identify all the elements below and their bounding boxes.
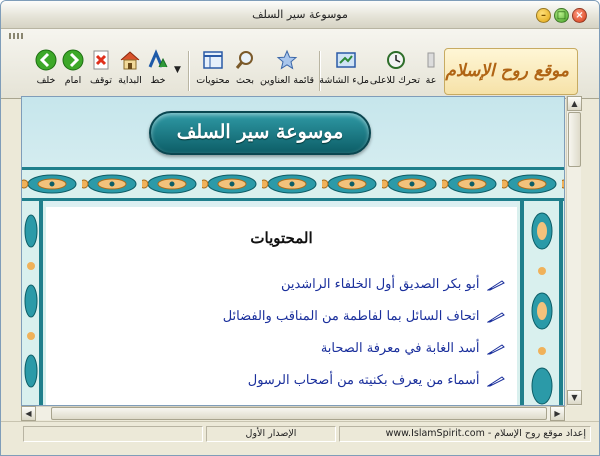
book-link[interactable]: أسماء من يعرف بكنيته من أصحاب الرسول [248,373,480,388]
horizontal-scrollbar[interactable]: ◀ ▶ [21,406,566,421]
ornamental-border-right [517,201,564,405]
pen-bullet-icon [487,279,505,290]
list-item[interactable]: أبو بكر الصديق أول الخلفاء الراشدين [75,277,505,309]
scroll-left-arrow-icon[interactable]: ◀ [21,406,36,421]
toolbar-overflow-button[interactable]: عة [422,49,440,93]
book-link[interactable]: أبو بكر الصديق أول الخلفاء الراشدين [281,277,480,292]
stop-button[interactable]: توقف [89,49,113,93]
site-logo-text: موقع روح الإسلام [445,61,569,81]
vertical-scroll-thumb[interactable] [568,112,581,167]
contents-page: المحتويات أبو بكر الصديق أول الخلفاء الر… [46,207,517,405]
close-button[interactable]: × [572,8,587,23]
book-link[interactable]: أسد الغابة في معرفة الصحابة [321,341,480,356]
toolbar-separator [188,51,189,91]
fullscreen-button[interactable]: ملء الشاشة [319,49,369,93]
site-logo: موقع روح الإسلام [444,48,578,95]
scroll-up-clock-icon [387,51,405,69]
back-label: خلف [36,75,56,86]
titles-list-label: قائمة العناوين [259,75,315,86]
home-label: البداية [118,75,142,86]
font-icon [148,49,168,68]
back-button[interactable]: خلف [35,49,57,93]
vertical-scrollbar[interactable]: ▲ ▼ [566,96,582,406]
minimize-button[interactable]: – [536,8,551,23]
contents-icon [203,51,223,69]
fullscreen-icon [336,52,356,68]
pen-bullet-icon [487,343,505,354]
forward-button[interactable]: امام [61,49,85,93]
favorites-star-icon [276,49,298,70]
cut-off-icon [427,52,435,68]
font-dropdown-arrow-icon[interactable]: ▼ [174,65,181,75]
stop-icon [93,50,109,70]
back-arrow-icon [35,49,57,71]
list-item[interactable]: أسد الغابة في معرفة الصحابة [75,341,505,373]
fullscreen-label: ملء الشاشة [319,75,369,86]
search-icon [235,51,253,69]
contents-heading: المحتويات [250,229,313,247]
home-button[interactable]: البداية [115,49,145,93]
list-item[interactable]: أسماء من يعرف بكنيته من أصحاب الرسول [75,373,505,405]
toolbar: خلف امام توقف البداية خط ▼ محتويات بحث ق… [1,29,599,99]
encyclopedia-banner: موسوعة سير السلف [149,111,371,155]
window-title: موسوعة سير السلف [252,8,348,21]
contents-label: محتويات [196,75,230,86]
toolbar-grip-icon[interactable] [9,33,23,39]
overflow-label: عة [425,75,437,86]
scroll-right-arrow-icon[interactable]: ▶ [550,406,565,421]
search-button[interactable]: بحث [233,49,257,93]
scroll-up-button[interactable]: تحرك للاعلى [369,49,420,93]
pen-bullet-icon [487,311,505,322]
font-label: خط [150,75,166,86]
scroll-up-label: تحرك للاعلى [369,75,420,86]
title-bar: موسوعة سير السلف – □ × [1,1,599,29]
ornamental-frieze [22,167,564,201]
status-version: الإصدار الأول [206,426,336,442]
search-label: بحث [235,75,255,86]
forward-label: امام [64,75,82,86]
scroll-down-arrow-icon[interactable]: ▼ [567,390,582,405]
maximize-button[interactable]: □ [554,8,569,23]
status-credit: إعداد موقع روح الإسلام - www.IslamSpirit… [339,426,591,442]
list-item[interactable]: اتحاف السائل بما لفاطمة من المناقب والفض… [75,309,505,341]
pen-bullet-icon [487,375,505,386]
font-button[interactable]: خط [147,49,169,93]
contents-list: أبو بكر الصديق أول الخلفاء الراشدين اتحا… [75,277,505,405]
home-icon [120,51,140,70]
app-window: موسوعة سير السلف – □ × خلف امام توقف الب… [0,0,600,456]
status-panel-empty [23,426,203,442]
titles-list-button[interactable]: قائمة العناوين [259,49,315,93]
stop-label: توقف [90,75,112,86]
horizontal-scroll-thumb[interactable] [51,407,547,420]
content-view: موسوعة سير السلف المحتويات أبو بكر الصدي… [21,96,565,406]
ornamental-border-left [22,201,46,405]
book-link[interactable]: اتحاف السائل بما لفاطمة من المناقب والفض… [223,309,480,324]
scroll-up-arrow-icon[interactable]: ▲ [567,96,582,111]
contents-button[interactable]: محتويات [195,49,231,93]
forward-arrow-icon [62,49,84,71]
banner-title: موسوعة سير السلف [176,121,344,143]
status-bar: الإصدار الأول إعداد موقع روح الإسلام - w… [1,421,599,455]
